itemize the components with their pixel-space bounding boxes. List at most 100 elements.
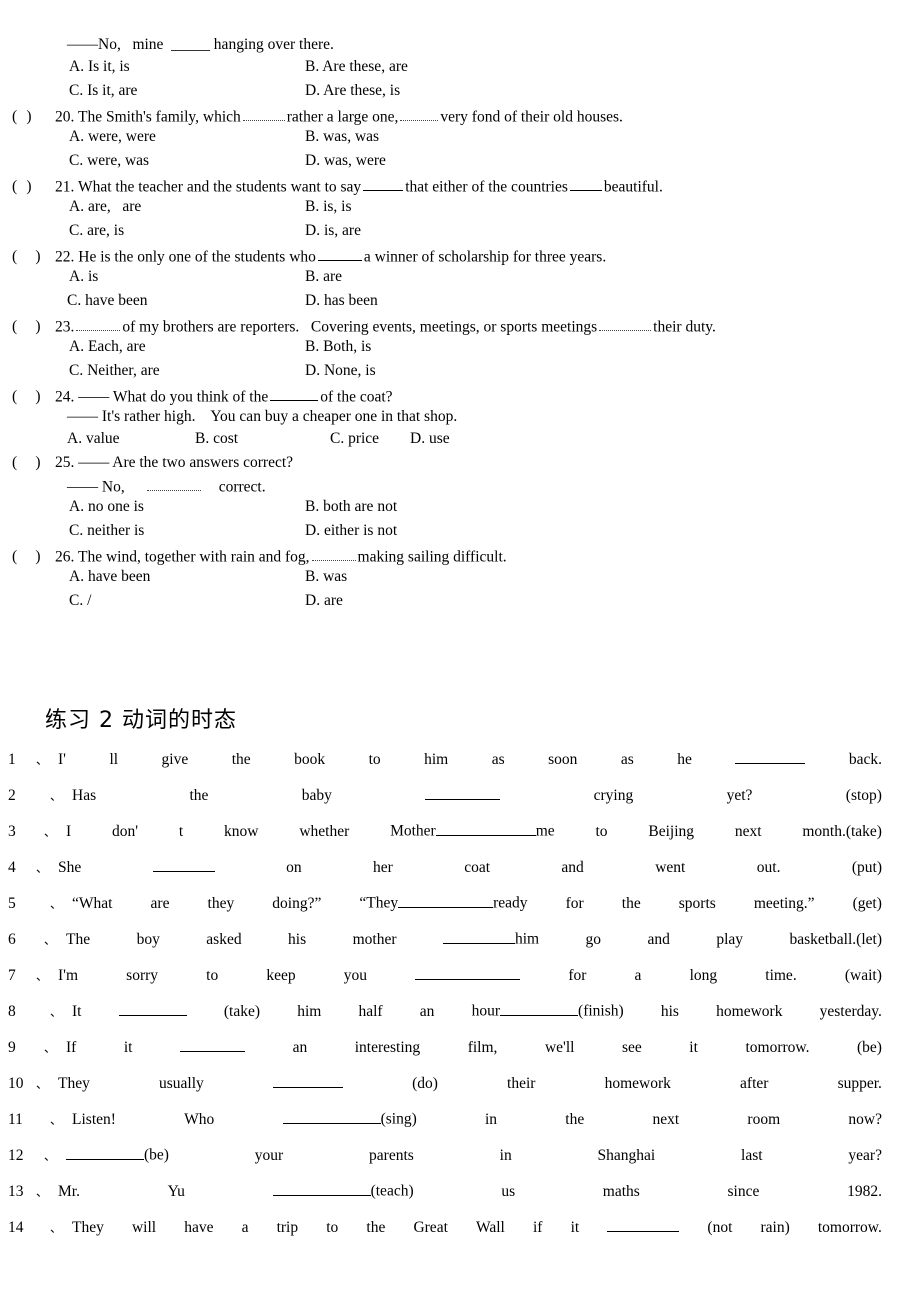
- option-a[interactable]: A. are, are: [55, 198, 305, 216]
- answer-blank[interactable]: [118, 1000, 187, 1016]
- option-b[interactable]: B. was, was: [305, 128, 379, 146]
- answer-blank[interactable]: [425, 784, 501, 800]
- option-c[interactable]: C. neither is: [55, 522, 305, 540]
- option-c[interactable]: C. have been: [55, 292, 305, 310]
- option-b[interactable]: B. Both, is: [305, 338, 371, 356]
- exercise-word: go: [585, 930, 602, 948]
- option-b[interactable]: B. is, is: [305, 198, 352, 216]
- q20-blank-1[interactable]: [242, 106, 285, 122]
- exercise-word: interesting: [354, 1038, 421, 1056]
- answer-bracket-22[interactable]: ( ): [0, 248, 55, 266]
- exercise-word: will: [131, 1218, 157, 1236]
- answer-blank[interactable]: [66, 1144, 145, 1160]
- q20-blank-2[interactable]: [400, 106, 439, 122]
- exercise-word: ll: [109, 750, 119, 768]
- exercise-row: 13 、 Mr. Yu (teach) us maths since 1982.: [0, 1180, 920, 1216]
- option-b[interactable]: B. both are not: [305, 498, 397, 516]
- option-d[interactable]: D. are: [305, 592, 343, 610]
- q21-blank-1[interactable]: [363, 176, 404, 192]
- answer-blank[interactable]: [435, 820, 536, 836]
- option-b[interactable]: B. are: [305, 268, 342, 286]
- option-c[interactable]: C. /: [55, 592, 305, 610]
- exercise-word: and: [561, 858, 584, 876]
- exercise-word: we'll: [544, 1038, 575, 1056]
- q23-blank-2[interactable]: [599, 316, 652, 332]
- exercise-number: 14: [8, 1218, 24, 1236]
- exercise-text: If it an interesting film, we'll see it tomorrow…: [56, 1036, 920, 1057]
- exercise-word: sports: [678, 894, 716, 912]
- option-b[interactable]: B. Are these, are: [305, 58, 408, 76]
- option-d[interactable]: D. use: [410, 430, 450, 448]
- exercise-row: 7 、 I'm sorry to keep you for a long time. (wait): [0, 964, 920, 1000]
- q21-stem-before: 21. What the teacher and the students wa…: [55, 178, 362, 196]
- exercise-word: Shanghai: [597, 1146, 656, 1164]
- q22-options-ab: A. is B. are: [0, 268, 920, 292]
- option-a[interactable]: A. were, were: [55, 128, 305, 146]
- exercise-token-with-blank: [118, 1000, 187, 1021]
- q21-options-ab: A. are, are B. is, is: [0, 198, 920, 222]
- option-c[interactable]: C. are, is: [55, 222, 305, 240]
- option-d[interactable]: D. is, are: [305, 222, 361, 240]
- answer-bracket-23[interactable]: ( ): [0, 318, 55, 336]
- exercise-word: month.(take): [802, 822, 882, 840]
- exercise-word: as: [620, 750, 634, 768]
- q26-stem-after: making sailing difficult.: [357, 548, 507, 566]
- answer-bracket-26[interactable]: ( ): [0, 548, 55, 566]
- answer-blank[interactable]: [607, 1216, 680, 1232]
- option-a[interactable]: A. Each, are: [55, 338, 305, 356]
- answer-blank[interactable]: [735, 748, 806, 764]
- q23-blank-1[interactable]: [76, 316, 121, 332]
- exercise-word: don': [112, 822, 139, 840]
- answer-blank[interactable]: [272, 1072, 343, 1088]
- question-21-text: 21. What the teacher and the students wa…: [55, 176, 920, 196]
- q26-blank-1[interactable]: [311, 546, 356, 562]
- option-b[interactable]: B. cost: [195, 430, 330, 448]
- answer-bracket-21[interactable]: ( ): [0, 178, 55, 196]
- q26-stem-before: 26. The wind, together with rain and fog…: [55, 548, 310, 566]
- exercise-word: since: [727, 1182, 760, 1200]
- exercise-word: room: [747, 1110, 781, 1128]
- option-c[interactable]: C. price: [330, 430, 410, 448]
- option-d[interactable]: D. was, were: [305, 152, 386, 170]
- exercise-word: Wall: [475, 1218, 505, 1236]
- exercise-word: hour: [471, 1002, 501, 1020]
- exercise-word: I'm: [58, 966, 79, 984]
- answer-blank[interactable]: [180, 1036, 246, 1052]
- exercise-word: their: [507, 1074, 536, 1092]
- q24-blank-1[interactable]: [270, 386, 319, 402]
- enumeration-comma: 、: [50, 788, 63, 803]
- exercise-word: (sing): [380, 1110, 417, 1128]
- answer-blank[interactable]: [500, 1000, 579, 1016]
- answer-blank[interactable]: [282, 1108, 381, 1124]
- answer-blank[interactable]: [272, 1180, 371, 1196]
- answer-blank[interactable]: [442, 928, 515, 944]
- exercise-word: half: [358, 1002, 383, 1020]
- answer-blank[interactable]: [152, 856, 215, 872]
- answer-blank[interactable]: [415, 964, 521, 980]
- option-a[interactable]: A. is: [55, 268, 305, 286]
- exercise-word: book: [294, 750, 326, 768]
- exercise-word: tomorrow.: [745, 1038, 810, 1056]
- option-c[interactable]: C. were, was: [55, 152, 305, 170]
- option-c[interactable]: C. Is it, are: [55, 82, 305, 100]
- option-a[interactable]: A. Is it, is: [55, 58, 305, 76]
- q21-blank-2[interactable]: [569, 176, 602, 192]
- option-b[interactable]: B. was: [305, 568, 347, 586]
- answer-blank[interactable]: [398, 892, 494, 908]
- q22-blank-1[interactable]: [317, 246, 362, 262]
- option-d[interactable]: D. None, is: [305, 362, 376, 380]
- option-a[interactable]: A. have been: [55, 568, 305, 586]
- answer-bracket-25[interactable]: ( ): [0, 454, 55, 472]
- exercise-word: for: [565, 894, 584, 912]
- option-d[interactable]: D. either is not: [305, 522, 397, 540]
- option-d[interactable]: D. Are these, is: [305, 82, 400, 100]
- option-a[interactable]: A. no one is: [55, 498, 305, 516]
- answer-bracket-24[interactable]: ( ): [0, 388, 55, 406]
- exercise-word: next: [734, 822, 762, 840]
- answer-bracket-20[interactable]: ( ): [0, 108, 55, 126]
- exercise-word: your: [254, 1146, 284, 1164]
- q25-blank-1[interactable]: [146, 476, 201, 492]
- option-a[interactable]: A. value: [55, 430, 195, 448]
- option-d[interactable]: D. has been: [305, 292, 378, 310]
- option-c[interactable]: C. Neither, are: [55, 362, 305, 380]
